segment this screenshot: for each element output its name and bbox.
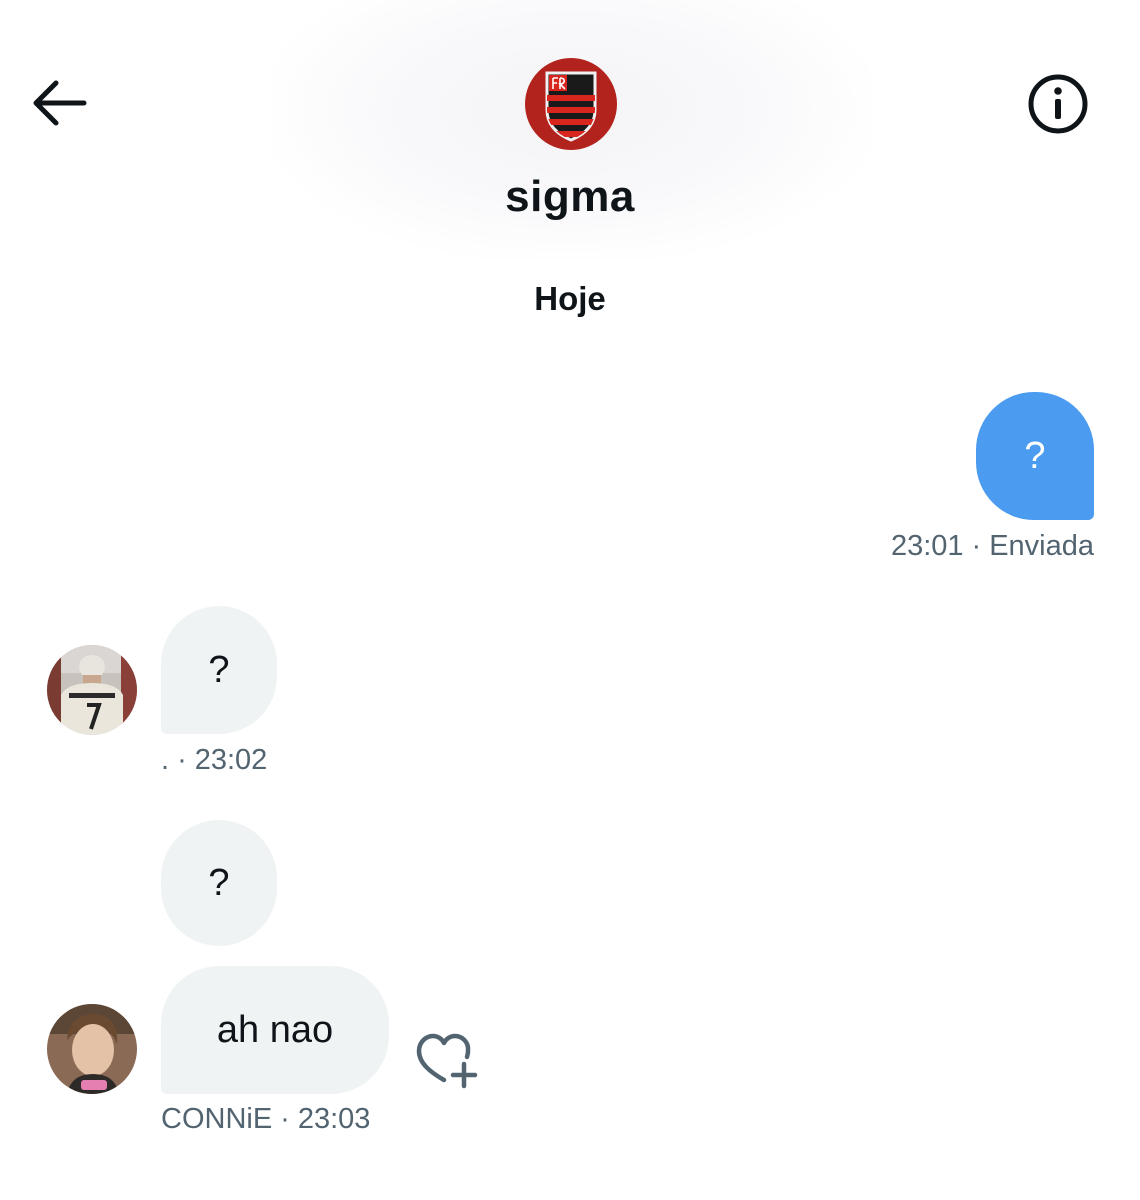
meta-separator: ·: [177, 744, 187, 776]
message-bubble-received[interactable]: ?: [161, 606, 277, 734]
message-time: 23:02: [194, 744, 268, 776]
arrow-left-icon: [33, 80, 87, 126]
sender-name: CONNiE: [161, 1103, 273, 1135]
message-bubble-sent[interactable]: ?: [976, 392, 1094, 520]
sender-avatar[interactable]: [47, 645, 137, 735]
conversation-info-button[interactable]: [1026, 72, 1090, 136]
avatar-photo: [47, 645, 137, 735]
message-meta: . · 23:02: [161, 744, 267, 777]
message-text: ?: [208, 861, 230, 904]
add-reaction-button[interactable]: [414, 1030, 482, 1090]
meta-separator: ·: [971, 530, 982, 562]
date-separator: Hoje: [534, 280, 606, 317]
conversation-avatar[interactable]: [525, 58, 617, 150]
message-text: ?: [1024, 434, 1046, 477]
meta-separator: ·: [280, 1103, 290, 1135]
message-status: Enviada: [989, 530, 1094, 562]
heart-plus-icon: [416, 1033, 478, 1089]
message-bubble-received[interactable]: ?: [161, 820, 277, 946]
back-button[interactable]: [28, 74, 92, 132]
info-circle-icon: [1028, 74, 1088, 134]
avatar-photo: [47, 1004, 137, 1094]
message-time: 23:03: [297, 1103, 371, 1135]
sender-avatar[interactable]: [47, 1004, 137, 1094]
message-text: ?: [208, 648, 230, 691]
message-meta: CONNiE · 23:03: [161, 1103, 370, 1136]
message-time: 23:01: [890, 530, 964, 562]
flamengo-crest-icon: [545, 71, 597, 142]
message-meta: 23:01 · Enviada: [891, 530, 1094, 563]
message-text: ah nao: [216, 1008, 334, 1051]
message-bubble-received[interactable]: ah nao: [161, 966, 389, 1094]
conversation-name[interactable]: sigma: [0, 172, 1140, 222]
sender-name: .: [161, 744, 170, 776]
